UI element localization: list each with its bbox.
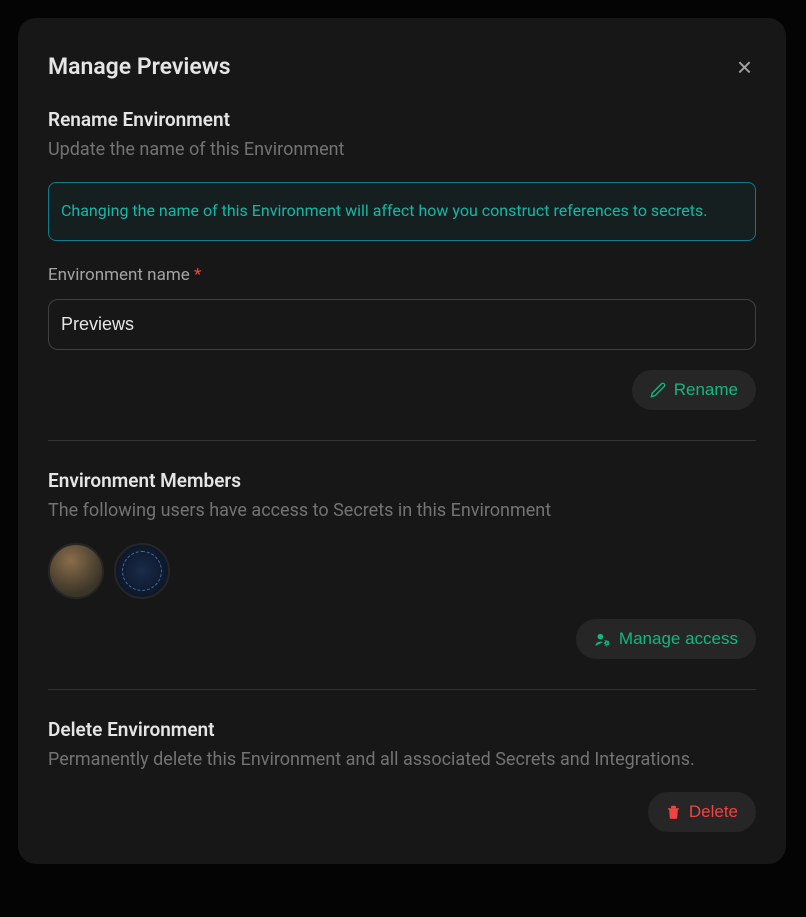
delete-button-row: Delete bbox=[48, 792, 756, 832]
delete-section: Delete Environment Permanently delete th… bbox=[48, 718, 756, 832]
rename-button-row: Rename bbox=[48, 370, 756, 410]
rename-info-text: Changing the name of this Environment wi… bbox=[61, 199, 743, 224]
member-avatar[interactable] bbox=[114, 543, 170, 599]
manage-previews-modal: Manage Previews × Rename Environment Upd… bbox=[18, 18, 786, 864]
section-divider bbox=[48, 440, 756, 441]
members-section-title: Environment Members bbox=[48, 469, 756, 492]
delete-section-title: Delete Environment bbox=[48, 718, 756, 741]
required-indicator: * bbox=[194, 265, 201, 285]
env-name-label: Environment name * bbox=[48, 265, 756, 285]
member-avatar-list bbox=[48, 543, 756, 599]
members-section: Environment Members The following users … bbox=[48, 469, 756, 659]
delete-button[interactable]: Delete bbox=[648, 792, 756, 832]
rename-section-title: Rename Environment bbox=[48, 108, 756, 131]
trash-icon bbox=[666, 804, 681, 820]
manage-access-button[interactable]: Manage access bbox=[576, 619, 756, 659]
members-button-row: Manage access bbox=[48, 619, 756, 659]
close-button[interactable]: × bbox=[733, 54, 756, 80]
close-icon: × bbox=[737, 52, 752, 82]
rename-section: Rename Environment Update the name of th… bbox=[48, 108, 756, 410]
rename-section-subtitle: Update the name of this Environment bbox=[48, 137, 756, 162]
user-gear-icon bbox=[594, 631, 611, 648]
rename-button[interactable]: Rename bbox=[632, 370, 756, 410]
env-name-label-text: Environment name bbox=[48, 265, 190, 285]
rename-button-label: Rename bbox=[674, 380, 738, 400]
rename-info-callout: Changing the name of this Environment wi… bbox=[48, 182, 756, 241]
delete-button-label: Delete bbox=[689, 802, 738, 822]
edit-icon bbox=[650, 382, 666, 398]
modal-header: Manage Previews × bbox=[48, 53, 756, 80]
members-section-subtitle: The following users have access to Secre… bbox=[48, 498, 756, 523]
modal-title: Manage Previews bbox=[48, 53, 231, 80]
delete-section-subtitle: Permanently delete this Environment and … bbox=[48, 747, 756, 772]
member-avatar[interactable] bbox=[48, 543, 104, 599]
manage-access-button-label: Manage access bbox=[619, 629, 738, 649]
env-name-input[interactable] bbox=[48, 299, 756, 350]
section-divider bbox=[48, 689, 756, 690]
